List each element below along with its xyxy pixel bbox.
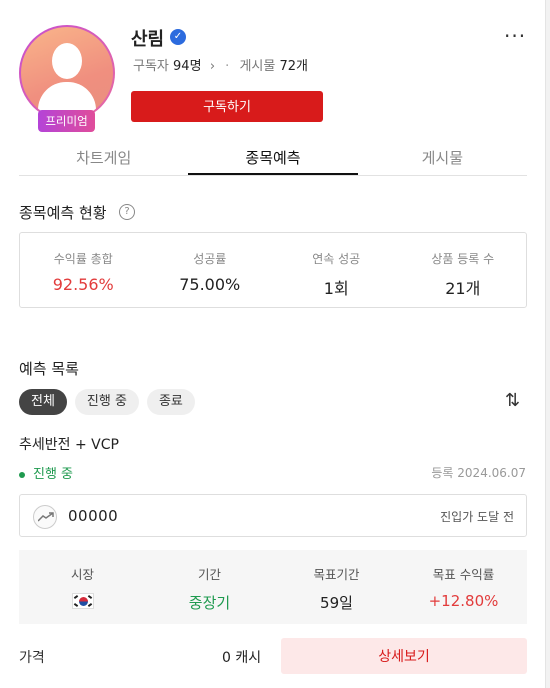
tab-posts[interactable]: 게시물: [358, 142, 527, 175]
status-badge: 진행 중: [19, 463, 73, 482]
detail-target-return: 목표 수익률 +12.80%: [428, 567, 499, 610]
tab-chart-game[interactable]: 차트게임: [19, 142, 188, 175]
prediction-item-title[interactable]: 추세반전 + VCP: [19, 434, 119, 454]
price-value: 0 캐시: [222, 650, 262, 666]
verified-check-icon: ✓: [170, 29, 186, 45]
profile-name: 산림: [131, 29, 165, 50]
detail-market: 시장: [19, 550, 146, 624]
summary-stat-registered-count: 상품 등록 수 21개: [431, 252, 495, 298]
entry-status: 진입가 도달 전: [440, 510, 514, 524]
chevron-right-icon: ›: [205, 59, 216, 74]
registered-date: 등록 2024.06.07: [431, 466, 526, 480]
prediction-list-title: 예측 목록: [19, 360, 79, 378]
detail-target-period: 목표기간 59일: [313, 567, 360, 612]
profile-tabs: 차트게임 종목예측 게시물: [19, 142, 527, 176]
tab-stock-prediction[interactable]: 종목예측: [188, 142, 358, 175]
summary-title: 종목예측 현황: [19, 204, 107, 222]
price-label: 가격: [19, 650, 45, 666]
filter-all[interactable]: 전체: [19, 389, 67, 415]
posts-count: 게시물 72개: [239, 59, 308, 74]
detail-period: 기간 중장기: [188, 567, 231, 612]
profile-stats: 구독자 94명 › · 게시물 72개: [133, 55, 308, 74]
subscribe-button[interactable]: 구독하기: [131, 91, 323, 122]
filter-ended[interactable]: 종료: [146, 389, 195, 415]
default-user-icon: [21, 27, 113, 119]
trend-chart-icon: [33, 505, 57, 529]
profile-page: 프리미엄 산림 ✓ ··· 구독자 94명 › · 게시물 72개 구독하기 차…: [0, 0, 546, 688]
filter-in-progress[interactable]: 진행 중: [74, 389, 139, 415]
summary-stat-streak: 연속 성공 1회: [312, 252, 361, 298]
subscribers-link[interactable]: 구독자 94명 ›: [133, 59, 215, 74]
separator: ·: [225, 59, 230, 74]
summary-stat-total-return: 수익률 총합 92.56%: [52, 252, 114, 294]
prediction-details: 시장 기간 중장기 목표기간 59일 목표 수익률 +12.80%: [19, 550, 527, 624]
help-icon[interactable]: ?: [119, 204, 135, 220]
stock-name: 00000: [68, 507, 119, 525]
premium-badge: 프리미엄: [38, 110, 95, 132]
korea-flag-icon: [71, 593, 94, 609]
prediction-summary: 수익률 총합 92.56% 성공률 75.00% 연속 성공 1회 상품 등록 …: [19, 232, 527, 308]
summary-stat-success-rate: 성공률 75.00%: [179, 252, 241, 294]
view-details-button[interactable]: 상세보기: [281, 638, 527, 674]
more-options-icon[interactable]: ···: [504, 24, 526, 48]
sort-icon[interactable]: ⇅: [505, 390, 520, 411]
filter-chips: 전체 진행 중 종료: [19, 389, 195, 415]
stock-row[interactable]: 00000 진입가 도달 전: [19, 494, 527, 537]
status-dot-icon: [19, 471, 25, 478]
avatar[interactable]: [19, 25, 115, 121]
